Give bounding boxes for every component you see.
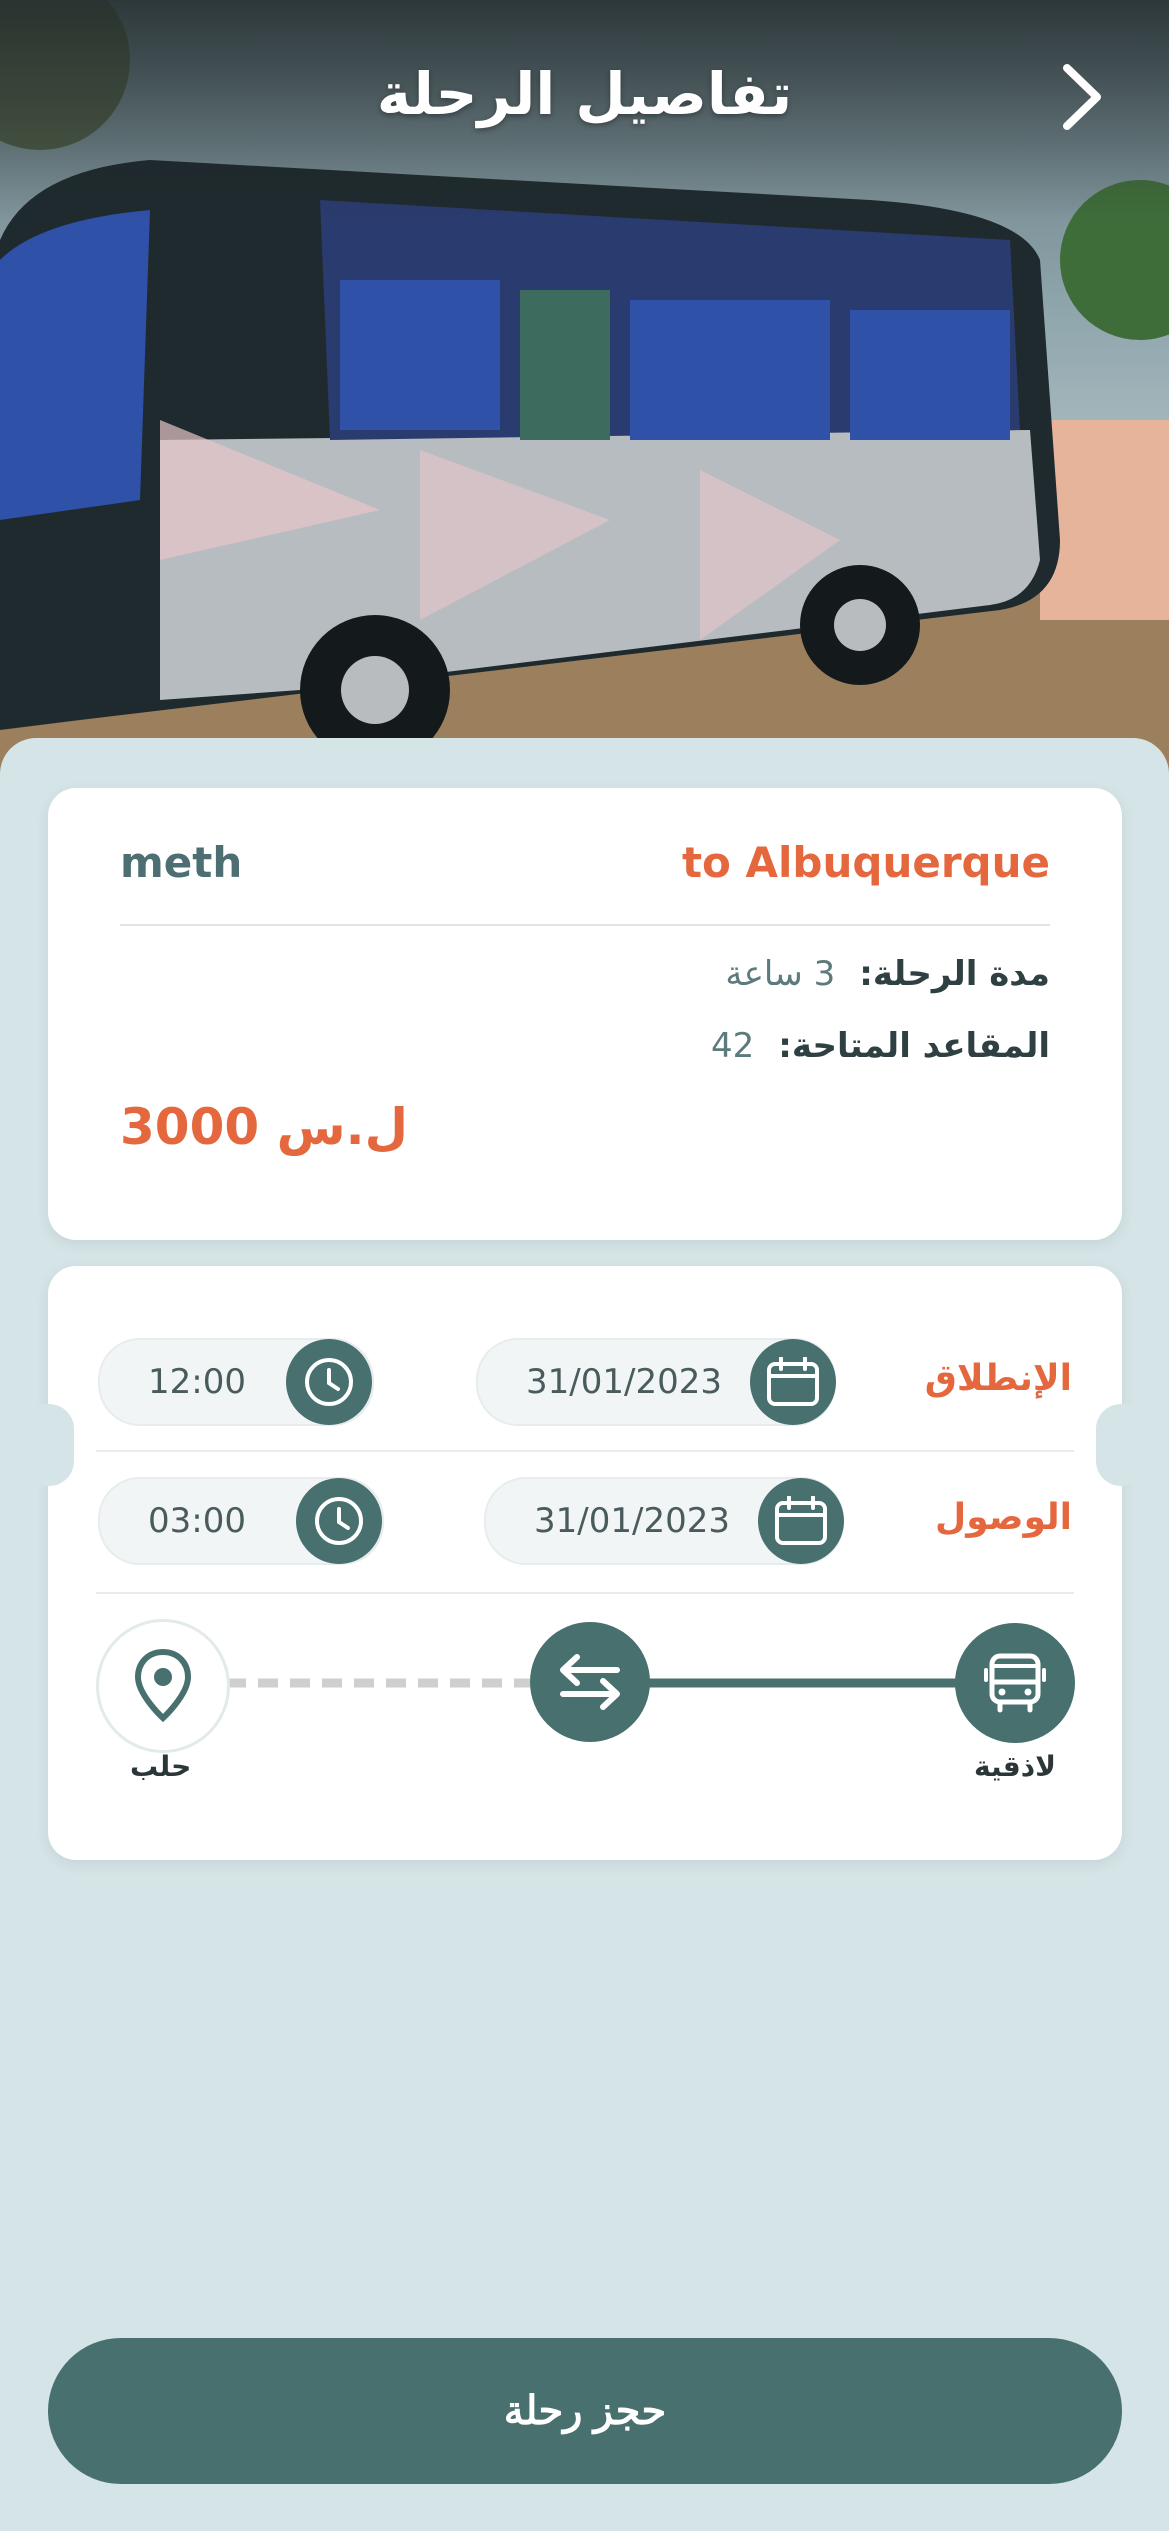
- end-city-label: حلب: [130, 1750, 192, 1783]
- swap-route-button[interactable]: [530, 1622, 650, 1742]
- schedule-separator-1: [96, 1450, 1074, 1452]
- summary-divider: [120, 924, 1050, 926]
- origin-label: meth: [120, 838, 243, 887]
- chevron-right-icon: [1063, 64, 1101, 130]
- arrival-date-value: 31/01/2023: [534, 1501, 730, 1541]
- clock-icon: [296, 1478, 382, 1564]
- book-trip-button[interactable]: حجز رحلة: [48, 2338, 1122, 2484]
- page-title: تفاصيل الرحلة: [376, 60, 793, 128]
- departure-date-value: 31/01/2023: [526, 1362, 722, 1402]
- arrival-time-value: 03:00: [148, 1501, 246, 1541]
- location-pin-icon: [134, 1648, 192, 1723]
- arrival-date-field[interactable]: 31/01/2023: [484, 1477, 844, 1565]
- hero-bus-image: تفاصيل الرحلة: [0, 0, 1169, 780]
- ticket-notch-right: [1096, 1404, 1146, 1486]
- duration-value: 3 ساعة: [725, 954, 836, 994]
- seats-value: 42: [711, 1026, 755, 1066]
- arrival-time-field[interactable]: 03:00: [98, 1477, 384, 1565]
- calendar-icon: [758, 1478, 844, 1564]
- calendar-icon: [750, 1339, 836, 1425]
- arrival-label: الوصول: [934, 1497, 1072, 1538]
- seats-label: المقاعد المتاحة:: [778, 1026, 1050, 1066]
- trip-summary-card: to Albuquerque meth مدة الرحلة: 3 ساعة ا…: [48, 788, 1122, 1240]
- price-label: 3000 ل.س: [120, 1098, 408, 1156]
- departure-time-field[interactable]: 12:00: [98, 1338, 374, 1426]
- clock-icon: [286, 1339, 372, 1425]
- seats-row: المقاعد المتاحة: 42: [711, 1026, 1050, 1066]
- start-location-marker: [955, 1623, 1075, 1743]
- duration-row: مدة الرحلة: 3 ساعة: [725, 954, 1050, 994]
- duration-label: مدة الرحلة:: [859, 954, 1050, 994]
- end-location-marker: [96, 1619, 230, 1753]
- bus-icon: [984, 1653, 1046, 1713]
- back-button[interactable]: [1061, 62, 1131, 142]
- destination-label: to Albuquerque: [681, 838, 1050, 887]
- departure-time-value: 12:00: [148, 1362, 246, 1402]
- departure-date-field[interactable]: 31/01/2023: [476, 1338, 836, 1426]
- schedule-separator-2: [96, 1592, 1074, 1594]
- swap-arrows-icon: [560, 1654, 620, 1710]
- departure-label: الإنطلاق: [924, 1358, 1072, 1399]
- start-city-label: لاذقية: [974, 1750, 1056, 1783]
- ticket-notch-left: [24, 1404, 74, 1486]
